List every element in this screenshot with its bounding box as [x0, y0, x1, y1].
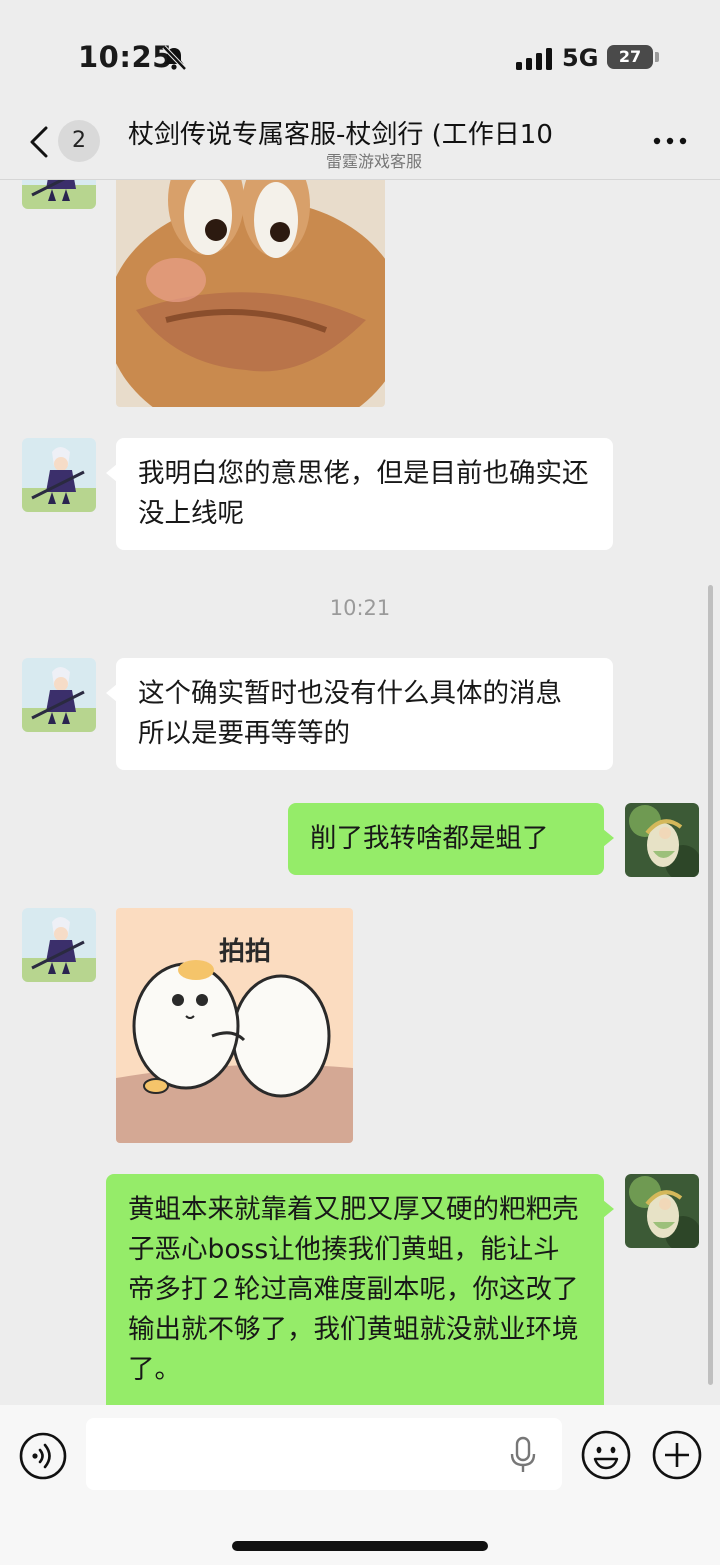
emoji-button[interactable] — [580, 1429, 632, 1481]
frog-sticker-image — [116, 180, 385, 407]
message-timestamp: 10:21 — [329, 596, 391, 620]
battery-cap — [655, 52, 659, 62]
frog-sticker[interactable] — [116, 180, 385, 407]
status-bar: 10:25 5G 27 — [0, 0, 720, 110]
my-avatar-image — [625, 803, 699, 877]
my-message-bubble[interactable]: 黄蛆本来就靠着又肥又厚又硬的粑粑壳子恶心boss让他揍我们黄蛆，能让斗帝多打２轮… — [106, 1174, 614, 1405]
my-avatar[interactable] — [625, 803, 699, 877]
agent-avatar[interactable] — [22, 438, 96, 512]
pat-pat-sticker-image: 拍拍 — [116, 908, 353, 1143]
signal-icon — [516, 48, 552, 70]
network-label: 5G — [562, 44, 599, 72]
battery-icon: 27 — [607, 45, 653, 69]
agent-avatar-image — [22, 438, 96, 512]
agent-message-bubble[interactable]: 我明白您的意思佬，但是目前也确实还没上线呢 — [106, 438, 613, 550]
my-avatar-image — [625, 1174, 699, 1248]
message-list[interactable]: 我明白您的意思佬，但是目前也确实还没上线呢 10:21 这个确实暂时也没有什么具… — [0, 180, 720, 1405]
chat-title: 杖剑传说专属客服-杖剑行 (工作日10 — [128, 120, 553, 150]
home-indicator[interactable] — [232, 1541, 488, 1551]
mic-icon[interactable] — [508, 1436, 538, 1474]
agent-avatar-image — [22, 908, 96, 982]
input-bar — [0, 1405, 720, 1565]
agent-avatar-image — [22, 658, 96, 732]
agent-avatar[interactable] — [22, 658, 96, 732]
status-time: 10:25 — [78, 40, 173, 74]
my-message-bubble[interactable]: 削了我转啥都是蛆了 — [288, 803, 614, 875]
more-icon[interactable] — [650, 126, 690, 156]
agent-avatar[interactable] — [22, 908, 96, 982]
message-input[interactable] — [86, 1418, 562, 1490]
scrollbar[interactable] — [708, 585, 713, 1385]
pat-pat-caption: 拍拍 — [219, 937, 271, 967]
agent-avatar[interactable] — [22, 180, 96, 209]
agent-message-bubble[interactable]: 这个确实暂时也没有什么具体的消息 所以是要再等等的 — [106, 658, 613, 770]
voice-button[interactable] — [18, 1431, 68, 1481]
plus-button[interactable] — [651, 1429, 703, 1481]
chat-header: 2 杖剑传说专属客服-杖剑行 (工作日10 雷霆游戏客服 — [0, 110, 720, 180]
bell-off-icon — [162, 45, 187, 71]
pat-pat-sticker[interactable]: 拍拍 — [116, 908, 353, 1143]
my-avatar[interactable] — [625, 1174, 699, 1248]
chat-subtitle: 雷霆游戏客服 — [325, 152, 422, 171]
agent-avatar-image — [22, 180, 96, 209]
